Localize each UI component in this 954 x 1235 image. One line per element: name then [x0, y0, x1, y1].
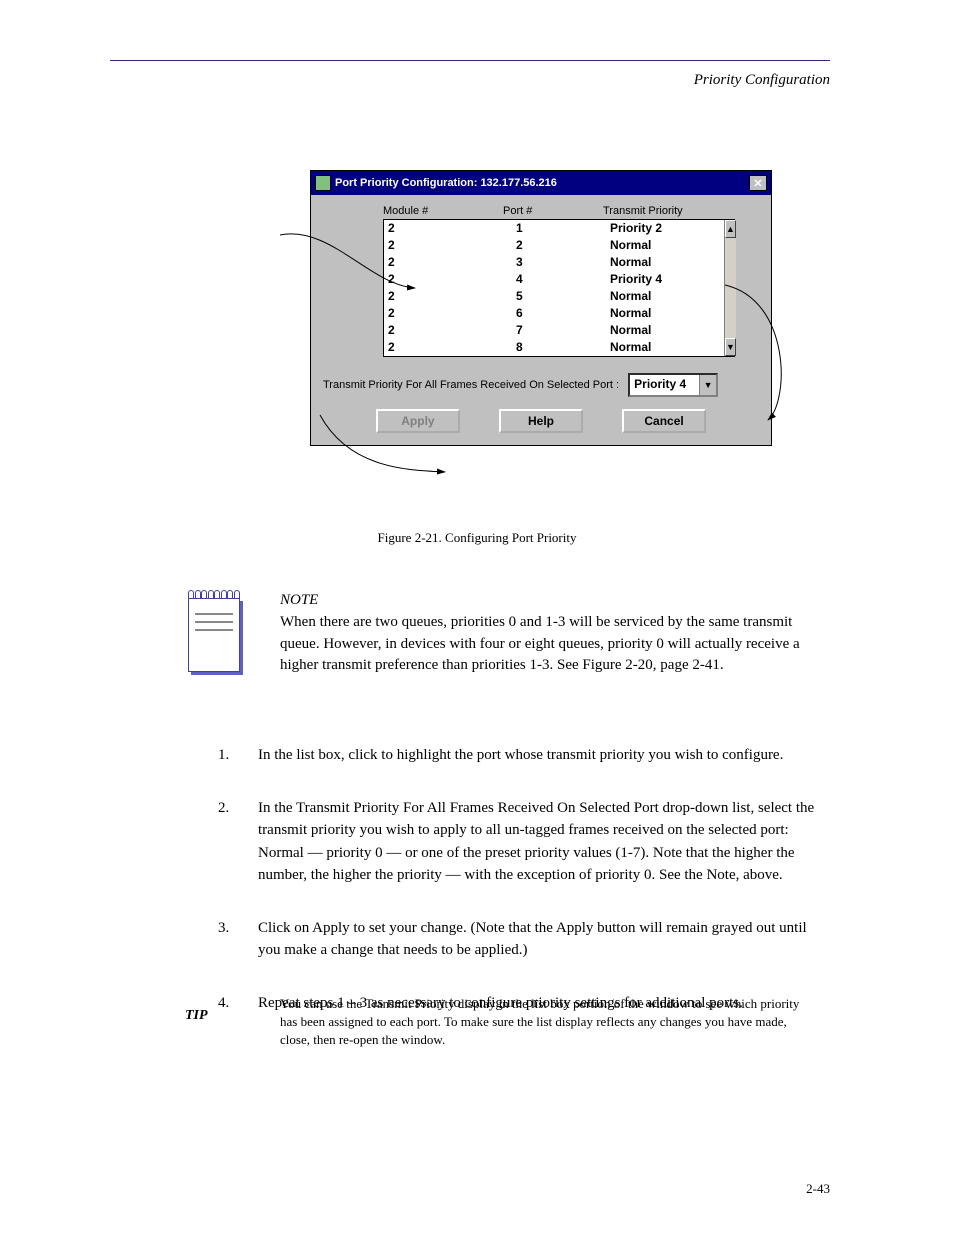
table-row[interactable]: 28Normal — [384, 339, 724, 356]
priority-dropdown-value: Priority 4 — [630, 375, 699, 395]
column-headers: Module # Port # Transmit Priority — [383, 205, 759, 217]
col-priority: Transmit Priority — [603, 205, 723, 217]
table-row[interactable]: 26Normal — [384, 305, 724, 322]
table-row[interactable]: 25Normal — [384, 288, 724, 305]
scroll-down-button[interactable]: ▼ — [725, 338, 736, 356]
scroll-up-button[interactable]: ▲ — [725, 220, 736, 238]
list-item: 1.In the list box, click to highlight th… — [218, 744, 830, 767]
help-button[interactable]: Help — [499, 409, 583, 433]
port-listbox[interactable]: 21Priority 222Normal23Normal24Priority 4… — [383, 219, 735, 357]
table-row[interactable]: 22Normal — [384, 237, 724, 254]
apply-button[interactable]: Apply — [376, 409, 460, 433]
scroll-track[interactable] — [725, 238, 736, 338]
close-icon: ✕ — [753, 177, 762, 190]
table-row[interactable]: 23Normal — [384, 254, 724, 271]
note-icon — [188, 590, 240, 656]
window-title: Port Priority Configuration: 132.177.56.… — [335, 177, 557, 189]
table-row[interactable]: 27Normal — [384, 322, 724, 339]
port-priority-dialog: Port Priority Configuration: 132.177.56.… — [310, 170, 772, 446]
app-icon — [315, 175, 331, 191]
close-button[interactable]: ✕ — [749, 175, 767, 191]
titlebar[interactable]: Port Priority Configuration: 132.177.56.… — [311, 171, 771, 195]
header-right-text: Priority Configuration — [694, 72, 830, 89]
col-port: Port # — [503, 205, 603, 217]
table-row[interactable]: 21Priority 2 — [384, 220, 724, 237]
page-number: 2-43 — [806, 1181, 830, 1197]
cancel-button[interactable]: Cancel — [622, 409, 706, 433]
header-rule — [110, 60, 830, 61]
list-item: 3.Click on Apply to set your change. (No… — [218, 917, 830, 962]
table-row[interactable]: 24Priority 4 — [384, 271, 724, 288]
priority-dropdown[interactable]: Priority 4 ▼ — [628, 373, 718, 397]
chevron-down-icon[interactable]: ▼ — [699, 375, 716, 395]
tip-body: You can use the Transmit Priority displa… — [280, 995, 810, 1050]
col-module: Module # — [383, 205, 503, 217]
note-paragraph: NOTE When there are two queues, prioriti… — [280, 590, 830, 677]
listbox-scrollbar[interactable]: ▲ ▼ — [724, 220, 736, 356]
priority-prompt: Transmit Priority For All Frames Receive… — [323, 379, 619, 391]
list-item: 2.In the Transmit Priority For All Frame… — [218, 797, 830, 887]
figure-caption: Figure 2-21. Configuring Port Priority — [0, 530, 954, 546]
